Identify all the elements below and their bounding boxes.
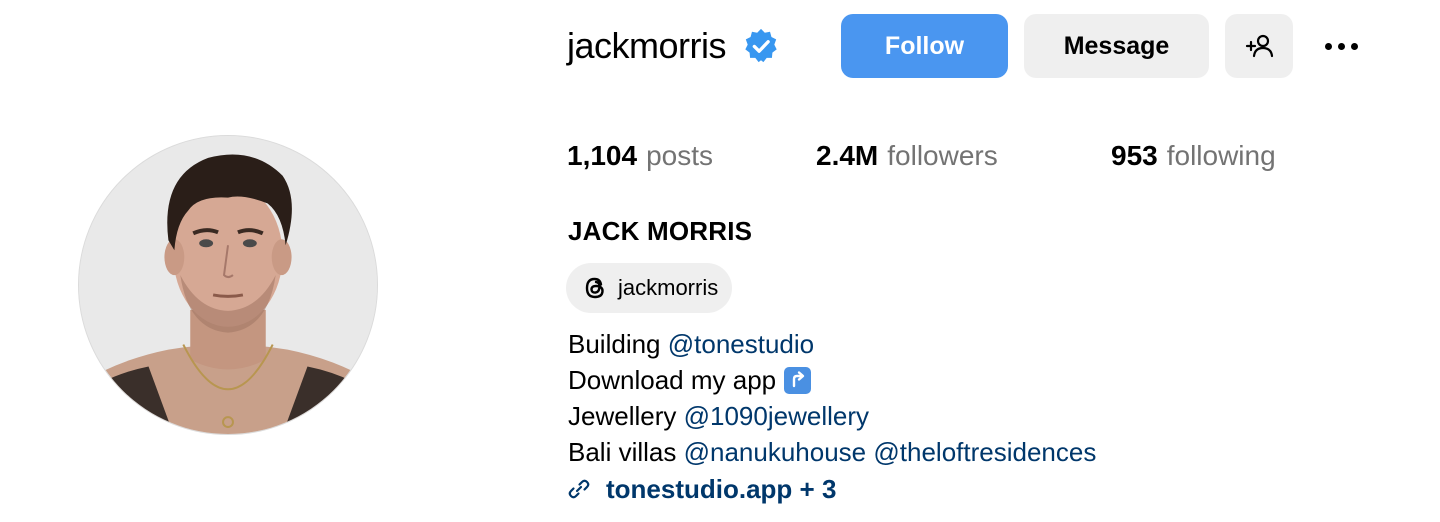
profile-bio: Building @tonestudio Download my app Jew… bbox=[568, 326, 1096, 470]
following-number: 953 bbox=[1111, 140, 1158, 171]
followers-link[interactable]: 2.4M followers bbox=[816, 136, 998, 176]
bio-mention-link[interactable]: @1090jewellery bbox=[684, 398, 869, 434]
profile-username: jackmorris bbox=[567, 25, 727, 66]
posts-number: 1,104 bbox=[567, 140, 638, 171]
profile-avatar[interactable] bbox=[78, 135, 378, 435]
posts-label: posts bbox=[646, 140, 714, 171]
avatar-photo bbox=[79, 136, 377, 434]
bio-line: Building @tonestudio bbox=[568, 326, 1096, 362]
threads-badge[interactable]: jackmorris bbox=[566, 263, 733, 313]
bio-text: Jewellery bbox=[568, 401, 677, 431]
bio-mention-link[interactable]: @tonestudio bbox=[668, 326, 814, 362]
more-dot bbox=[1337, 42, 1345, 50]
follow-button[interactable]: Follow bbox=[841, 14, 1008, 78]
followers-number: 2.4M bbox=[816, 140, 879, 171]
external-link-text: tonestudio.app + 3 bbox=[606, 473, 837, 504]
profile-full-name: JACK MORRIS bbox=[568, 216, 753, 246]
suggest-users-button[interactable] bbox=[1225, 14, 1293, 78]
following-link[interactable]: 953 following bbox=[1111, 136, 1276, 176]
link-icon bbox=[568, 479, 590, 499]
add-user-icon bbox=[1245, 34, 1274, 58]
bio-text: Building bbox=[568, 329, 661, 359]
threads-icon bbox=[585, 277, 604, 299]
bio-text: Bali villas bbox=[568, 437, 677, 467]
more-options-icon[interactable] bbox=[1314, 30, 1368, 62]
message-button[interactable]: Message bbox=[1024, 14, 1209, 78]
posts-count: 1,104 posts bbox=[567, 136, 713, 176]
bio-mention-link[interactable]: @theloftresidences bbox=[873, 434, 1096, 470]
up-right-arrow-icon bbox=[784, 366, 812, 394]
bio-line: Bali villas @nanukuhouse @theloftresiden… bbox=[568, 434, 1096, 470]
profile-external-link[interactable]: tonestudio.app + 3 bbox=[566, 471, 836, 507]
bio-mention-link[interactable]: @nanukuhouse bbox=[684, 434, 867, 470]
bio-line: Download my app bbox=[568, 362, 1096, 398]
threads-handle: jackmorris bbox=[618, 275, 719, 300]
more-dot bbox=[1324, 42, 1332, 50]
bio-line: Jewellery @1090jewellery bbox=[568, 398, 1096, 434]
verified-badge-icon bbox=[742, 27, 780, 65]
followers-label: followers bbox=[887, 140, 998, 171]
bio-text: Download my app bbox=[568, 365, 777, 395]
profile-page: jackmorris Follow Message 1,104 posts 2.… bbox=[0, 0, 1440, 522]
more-dot bbox=[1350, 42, 1358, 50]
following-label: following bbox=[1166, 140, 1276, 171]
profile-header: jackmorris bbox=[567, 14, 780, 78]
